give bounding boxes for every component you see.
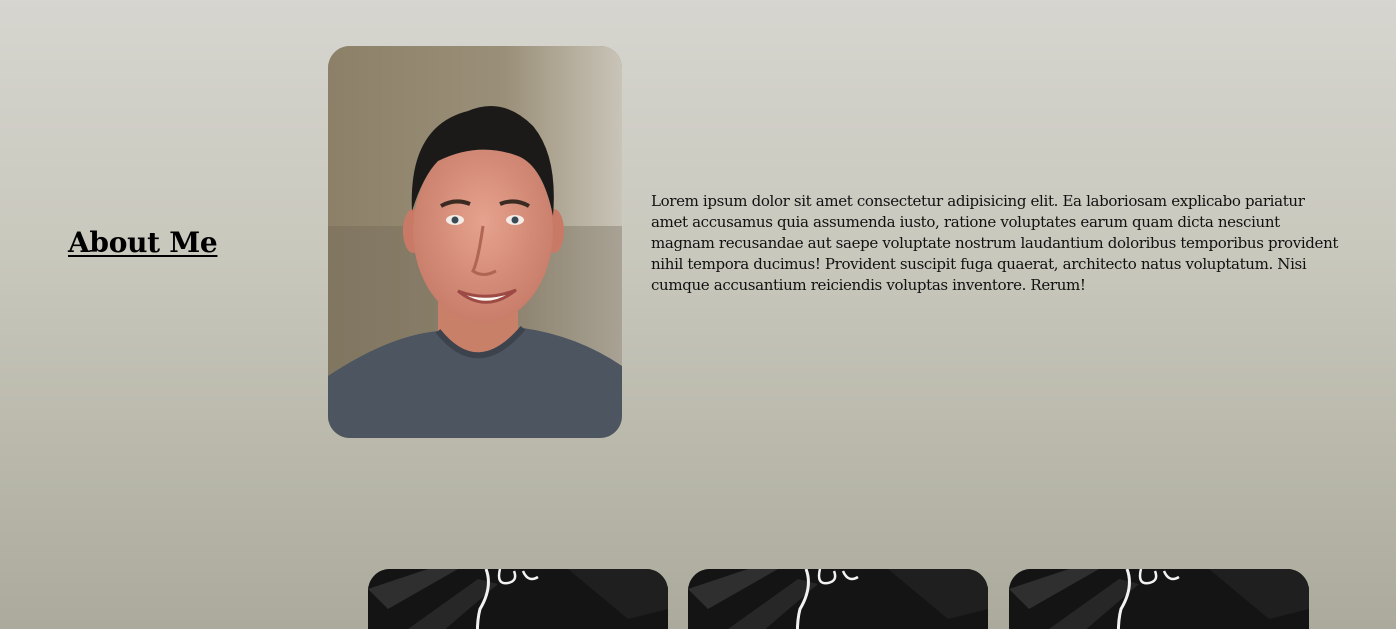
project-thumbnail xyxy=(688,569,988,629)
project-card[interactable] xyxy=(1009,569,1309,629)
project-card[interactable] xyxy=(368,569,668,629)
about-heading: About Me xyxy=(68,226,218,259)
project-thumbnail xyxy=(368,569,668,629)
project-card[interactable] xyxy=(688,569,988,629)
portrait-photo xyxy=(328,46,622,438)
project-thumbnail xyxy=(1009,569,1309,629)
about-bio-text: Lorem ipsum dolor sit amet consectetur a… xyxy=(651,192,1339,294)
